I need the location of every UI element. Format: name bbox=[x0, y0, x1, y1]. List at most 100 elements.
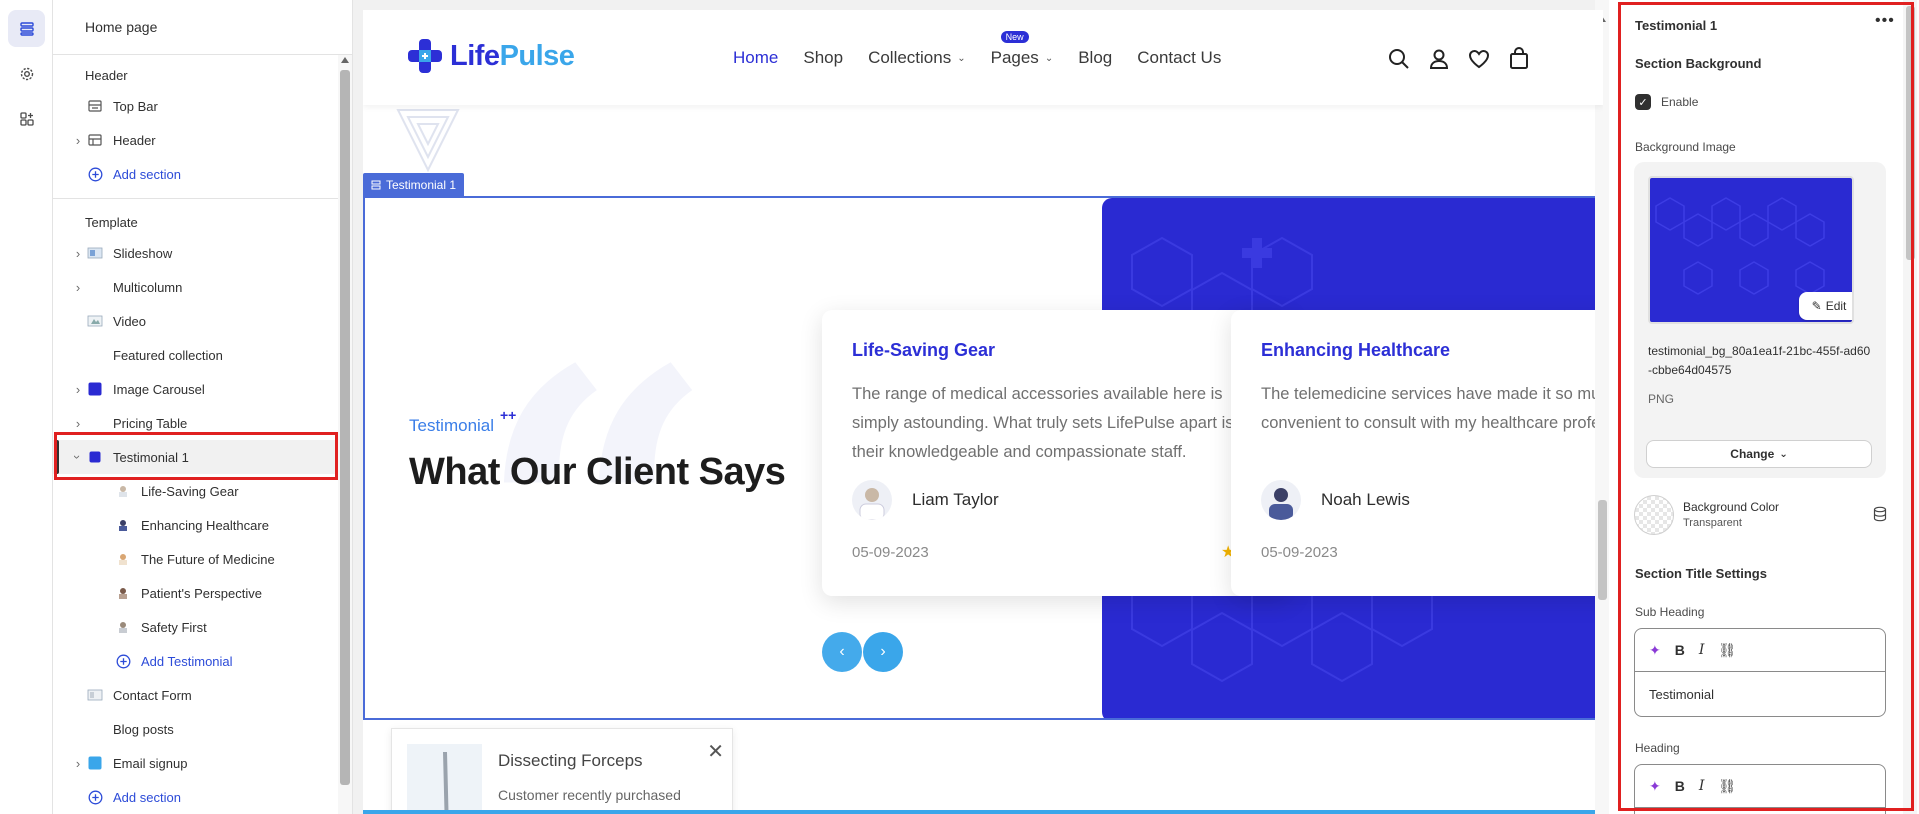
preview-canvas: LifePulse Home Shop Collections ⌄ New Page… bbox=[353, 0, 1609, 814]
ai-sparkle-icon[interactable]: ✦ bbox=[1649, 642, 1661, 659]
section-contact-form[interactable]: Contact Form bbox=[53, 678, 339, 712]
sections-panel: Home page Header Top Bar › Header Add se… bbox=[53, 0, 353, 814]
sub-heading-input[interactable]: Testimonial bbox=[1635, 672, 1885, 716]
menu-blog[interactable]: Blog bbox=[1078, 48, 1112, 68]
menu-shop[interactable]: Shop bbox=[803, 48, 843, 68]
scroll-thumb[interactable] bbox=[340, 70, 350, 785]
testimonial-card[interactable]: Enhancing Healthcare The telemedicine se… bbox=[1231, 310, 1601, 596]
card-date: 05-09-2023 bbox=[852, 544, 929, 561]
heading-editor[interactable]: ✦ B I ⛓ bbox=[1634, 764, 1886, 814]
sections-icon[interactable] bbox=[8, 10, 45, 47]
section-label: Slideshow bbox=[113, 245, 173, 261]
section-featured-collection[interactable]: Featured collection bbox=[53, 338, 339, 372]
block-label: Patient's Perspective bbox=[141, 585, 262, 601]
scroll-up-icon[interactable] bbox=[341, 57, 349, 63]
italic-icon[interactable]: I bbox=[1699, 778, 1705, 794]
bg-file-type: PNG bbox=[1648, 392, 1675, 406]
store-logo[interactable]: LifePulse bbox=[406, 37, 575, 75]
change-label: Change bbox=[1730, 447, 1775, 461]
section-label: Header bbox=[113, 132, 156, 148]
testimonial-card[interactable]: Life-Saving Gear The range of medical ac… bbox=[822, 310, 1291, 596]
link-icon[interactable]: ⛓ bbox=[1718, 642, 1736, 659]
block-future-of-medicine[interactable]: The Future of Medicine bbox=[53, 542, 339, 576]
apps-icon[interactable] bbox=[8, 100, 45, 137]
ai-sparkle-icon[interactable]: ✦ bbox=[1649, 778, 1661, 795]
add-testimonial-button[interactable]: Add Testimonial bbox=[53, 644, 339, 678]
account-icon[interactable] bbox=[1426, 46, 1452, 72]
section-video[interactable]: Video bbox=[53, 304, 339, 338]
block-enhancing-healthcare[interactable]: Enhancing Healthcare bbox=[53, 508, 339, 542]
bold-icon[interactable]: B bbox=[1675, 642, 1685, 658]
card-author: Liam Taylor bbox=[912, 490, 999, 509]
edit-image-button[interactable]: ✎ Edit bbox=[1799, 292, 1852, 320]
italic-icon[interactable]: I bbox=[1699, 642, 1705, 658]
section-image-carousel[interactable]: › Image Carousel bbox=[53, 372, 339, 406]
chevron-right-icon[interactable]: › bbox=[73, 280, 83, 295]
page-selector[interactable]: Home page bbox=[53, 0, 352, 55]
rte-toolbar: ✦ B I ⛓ bbox=[1635, 629, 1885, 672]
add-section-header-button[interactable]: Add section bbox=[53, 157, 339, 191]
chevron-down-icon: ⌄ bbox=[1779, 448, 1788, 460]
scroll-thumb[interactable] bbox=[1598, 500, 1607, 600]
bag-icon[interactable] bbox=[1506, 46, 1532, 72]
chevron-right-icon[interactable]: › bbox=[73, 382, 83, 397]
prev-arrow-button[interactable]: ‹ bbox=[822, 632, 862, 672]
chevron-right-icon[interactable]: › bbox=[73, 246, 83, 261]
layout-icon bbox=[87, 132, 103, 148]
testimonial-section[interactable]: “ Testimonial ++ What Our Client Says Li… bbox=[363, 196, 1603, 720]
database-icon[interactable] bbox=[1873, 506, 1887, 527]
section-tag-icon bbox=[371, 180, 381, 190]
template-group-label: Template bbox=[85, 215, 138, 230]
add-section-label: Add section bbox=[113, 166, 181, 182]
sub-heading-editor[interactable]: ✦ B I ⛓ Testimonial bbox=[1634, 628, 1886, 717]
checkbox-checked-icon[interactable]: ✓ bbox=[1635, 94, 1651, 110]
add-section-label: Add section bbox=[113, 789, 181, 805]
scroll-thumb[interactable] bbox=[1906, 6, 1915, 260]
gear-icon[interactable] bbox=[8, 55, 45, 92]
avatar bbox=[852, 480, 892, 520]
card-author: Noah Lewis bbox=[1321, 490, 1410, 509]
link-icon[interactable]: ⛓ bbox=[1718, 778, 1736, 795]
menu-label: Collections bbox=[868, 48, 952, 67]
contact-thumb-icon bbox=[87, 687, 103, 703]
menu-collections[interactable]: Collections ⌄ bbox=[868, 48, 966, 68]
chevron-right-icon[interactable]: › bbox=[73, 416, 83, 431]
block-label: Life-Saving Gear bbox=[141, 483, 239, 499]
more-options-icon[interactable]: ••• bbox=[1875, 12, 1895, 30]
section-top-bar[interactable]: Top Bar bbox=[53, 89, 339, 123]
menu-contact[interactable]: Contact Us bbox=[1137, 48, 1221, 68]
block-safety-first[interactable]: Safety First bbox=[53, 610, 339, 644]
section-slideshow[interactable]: › Slideshow bbox=[53, 236, 339, 270]
card-body: The telemedicine services have made it s… bbox=[1261, 385, 1601, 432]
section-email-signup[interactable]: › Email signup bbox=[53, 746, 339, 780]
next-arrow-button[interactable]: › bbox=[863, 632, 903, 672]
section-multicolumn[interactable]: › Multicolumn bbox=[53, 270, 339, 304]
section-tag[interactable]: Testimonial 1 bbox=[363, 173, 465, 197]
logo-text-part2: Pulse bbox=[499, 39, 575, 72]
bg-image-label: Background Image bbox=[1635, 140, 1736, 154]
section-blog-posts[interactable]: Blog posts bbox=[53, 712, 339, 746]
bg-color-swatch[interactable] bbox=[1634, 495, 1674, 535]
chevron-right-icon[interactable]: › bbox=[73, 756, 83, 771]
notification-title: Dissecting Forceps bbox=[498, 751, 643, 770]
section-header[interactable]: › Header bbox=[53, 123, 339, 157]
menu-pages[interactable]: New Pages ⌄ bbox=[991, 31, 1053, 68]
enable-checkbox[interactable]: ✓ Enable bbox=[1635, 94, 1698, 110]
close-icon[interactable]: ✕ bbox=[707, 739, 724, 764]
chevron-right-icon[interactable]: › bbox=[73, 133, 83, 148]
block-label: Safety First bbox=[141, 619, 207, 635]
change-image-button[interactable]: Change ⌄ bbox=[1646, 440, 1872, 468]
heart-icon[interactable] bbox=[1466, 46, 1492, 72]
menu-home[interactable]: Home bbox=[733, 48, 778, 68]
settings-scrollbar[interactable] bbox=[1903, 0, 1917, 814]
enable-label: Enable bbox=[1661, 95, 1699, 109]
bold-icon[interactable]: B bbox=[1675, 778, 1685, 794]
canvas-scrollbar[interactable] bbox=[1595, 0, 1609, 814]
block-patients-perspective[interactable]: Patient's Perspective bbox=[53, 576, 339, 610]
search-icon[interactable] bbox=[1386, 46, 1412, 72]
bg-image-preview[interactable]: ✎ Edit bbox=[1648, 176, 1854, 324]
purchase-notification[interactable]: Dissecting Forceps Customer recently pur… bbox=[391, 728, 733, 814]
add-section-template-button[interactable]: Add section bbox=[53, 780, 339, 814]
section-label: Pricing Table bbox=[113, 415, 188, 431]
panel-scrollbar[interactable] bbox=[338, 55, 352, 814]
